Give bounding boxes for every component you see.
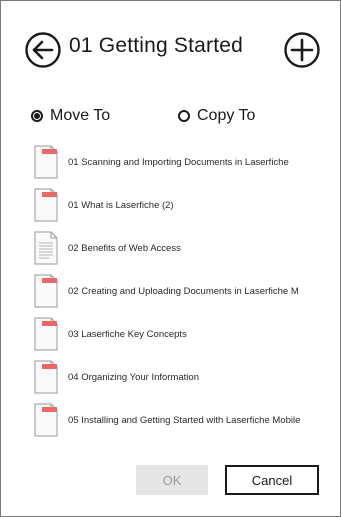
move-copy-options: Move To Copy To <box>1 101 340 131</box>
file-name: 01 What is Laserfiche (2) <box>68 199 174 211</box>
move-to-radio[interactable]: Move To <box>31 104 110 128</box>
back-button[interactable] <box>24 31 62 69</box>
file-name: 02 Creating and Uploading Documents in L… <box>68 285 299 297</box>
ok-button[interactable]: OK <box>136 465 208 495</box>
document-flag-icon <box>34 403 58 437</box>
folder-title: 01 Getting Started <box>69 34 244 57</box>
document-flag-icon <box>34 274 58 308</box>
list-item[interactable]: 03 Laserfiche Key Concepts <box>31 315 336 353</box>
list-item[interactable]: 01 What is Laserfiche (2) <box>31 186 336 224</box>
file-name: 05 Installing and Getting Started with L… <box>68 414 301 426</box>
move-to-label: Move To <box>50 107 111 124</box>
document-flag-icon <box>34 360 58 394</box>
dialog-header: 01 Getting Started <box>1 1 340 101</box>
copy-to-label: Copy To <box>197 107 256 124</box>
document-text-icon <box>34 231 58 265</box>
list-item[interactable]: 05 Installing and Getting Started with L… <box>31 401 336 439</box>
document-flag-icon <box>34 317 58 351</box>
document-flag-icon <box>34 188 58 222</box>
radio-checked-icon <box>31 110 43 122</box>
file-list: 01 Scanning and Importing Documents in L… <box>1 138 336 441</box>
radio-unchecked-icon <box>178 110 190 122</box>
file-name: 03 Laserfiche Key Concepts <box>68 328 187 340</box>
cancel-button[interactable]: Cancel <box>225 465 319 495</box>
document-flag-icon <box>34 145 58 179</box>
file-name: 04 Organizing Your Information <box>68 371 199 383</box>
plus-circle-icon <box>284 32 320 68</box>
list-item[interactable]: 02 Benefits of Web Access <box>31 229 336 267</box>
list-item[interactable]: 04 Organizing Your Information <box>31 358 336 396</box>
file-name: 01 Scanning and Importing Documents in L… <box>68 156 289 168</box>
add-folder-button[interactable] <box>283 31 321 69</box>
list-item[interactable]: 01 Scanning and Importing Documents in L… <box>31 143 336 181</box>
move-copy-dialog: 01 Getting Started Move To Copy To 01 Sc… <box>0 0 341 517</box>
list-item[interactable]: 02 Creating and Uploading Documents in L… <box>31 272 336 310</box>
file-name: 02 Benefits of Web Access <box>68 242 181 254</box>
arrow-left-circle-icon <box>25 32 61 68</box>
copy-to-radio[interactable]: Copy To <box>178 104 255 128</box>
